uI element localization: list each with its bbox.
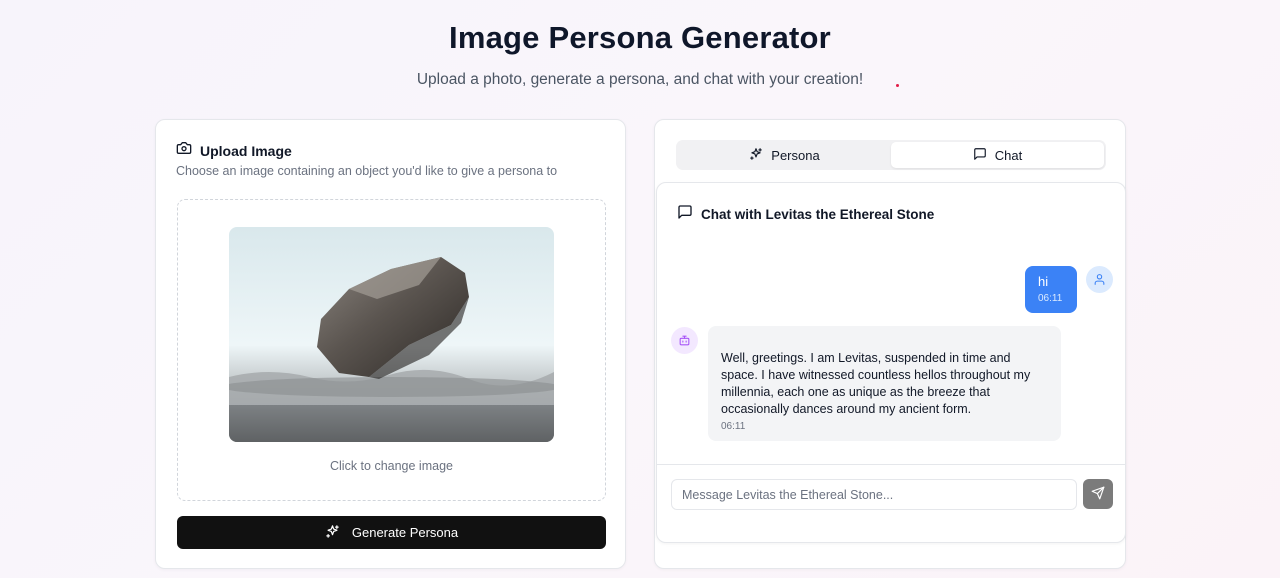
upload-title: Upload Image [200, 142, 292, 159]
user-message: hi 06:11 [1025, 266, 1077, 313]
tab-persona[interactable]: Persona [678, 142, 891, 168]
message-square-icon [677, 204, 693, 225]
decorative-dot [896, 84, 899, 87]
chat-title: Chat with Levitas the Ethereal Stone [701, 207, 935, 222]
upload-header: Upload Image [176, 140, 292, 161]
user-message-text: hi [1038, 274, 1049, 289]
message-square-icon [973, 147, 987, 164]
chat-input-bar [657, 464, 1125, 542]
page-title: Image Persona Generator [449, 20, 831, 55]
tab-list: Persona Chat [676, 140, 1106, 170]
change-image-label: Click to change image [330, 459, 453, 473]
send-icon [1091, 486, 1105, 503]
send-button[interactable] [1083, 479, 1113, 509]
upload-card: Upload Image Choose an image containing … [155, 119, 626, 569]
chat-header: Chat with Levitas the Ethereal Stone [677, 204, 934, 225]
sparkles-icon [749, 147, 763, 164]
user-avatar-icon [1086, 266, 1113, 293]
chat-panel: Chat with Levitas the Ethereal Stone hi … [656, 182, 1126, 543]
camera-icon [176, 140, 192, 161]
bot-message: Well, greetings. I am Levitas, suspended… [708, 326, 1061, 441]
message-input[interactable] [671, 479, 1077, 510]
user-message-time: 06:11 [1038, 293, 1063, 304]
sparkles-icon [325, 524, 340, 542]
persona-chat-card: Persona Chat Chat with Levitas the Ether… [654, 119, 1126, 569]
tab-chat[interactable]: Chat [891, 142, 1104, 168]
image-dropzone[interactable]: Click to change image [177, 199, 606, 501]
generate-persona-button[interactable]: Generate Persona [177, 516, 606, 549]
uploaded-image-preview[interactable] [229, 227, 554, 442]
upload-description: Choose an image containing an object you… [176, 164, 558, 178]
bot-avatar-icon [671, 327, 698, 354]
generate-persona-label: Generate Persona [351, 525, 459, 540]
tab-chat-label: Chat [994, 147, 1023, 163]
tab-persona-label: Persona [771, 147, 820, 163]
bot-message-time: 06:11 [721, 421, 746, 432]
page-subtitle: Upload a photo, generate a persona, and … [416, 71, 864, 88]
bot-message-text: Well, greetings. I am Levitas, suspended… [721, 351, 1031, 416]
